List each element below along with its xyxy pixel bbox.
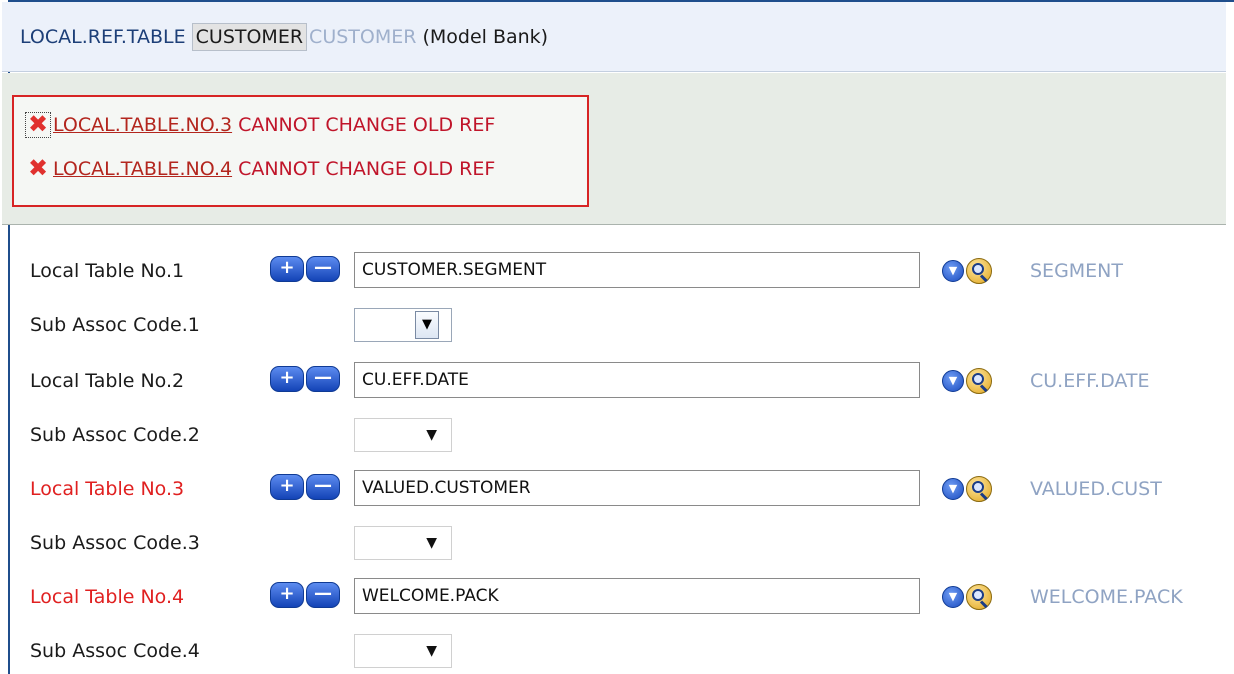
magnifier-icon[interactable] [966, 368, 992, 394]
sub-assoc-code-3-select[interactable]: ▼ [354, 526, 452, 560]
minus-icon[interactable]: — [306, 256, 340, 282]
chevron-down-icon: ▼ [426, 535, 437, 551]
chevron-down-icon[interactable]: ▼ [942, 586, 964, 608]
error-item: ✖ LOCAL.TABLE.NO.4 CANNOT CHANGE OLD REF [26, 156, 496, 181]
error-link-local-table-4[interactable]: LOCAL.TABLE.NO.4 [53, 158, 232, 180]
error-box: ✖ LOCAL.TABLE.NO.3 CANNOT CHANGE OLD REF… [12, 95, 589, 207]
chevron-down-icon[interactable]: ▼ [942, 260, 964, 282]
field-row-sub-assoc-2: Sub Assoc Code.2 ▼ [0, 416, 1234, 454]
enrichment-text: SEGMENT [1030, 260, 1124, 282]
error-item: ✖ LOCAL.TABLE.NO.3 CANNOT CHANGE OLD REF [25, 112, 496, 138]
error-message: CANNOT CHANGE OLD REF [238, 158, 496, 180]
chevron-down-icon[interactable]: ▼ [942, 370, 964, 392]
minus-icon[interactable]: — [306, 474, 340, 500]
sub-assoc-code-1-select[interactable]: ▼ [354, 308, 452, 342]
field-row-sub-assoc-3: Sub Assoc Code.3 ▼ [0, 524, 1234, 562]
record-header: LOCAL.REF.TABLE CUSTOMER CUSTOMER (Model… [2, 2, 1226, 72]
local-table-3-input[interactable]: VALUED.CUSTOMER [354, 470, 920, 506]
magnifier-icon[interactable] [966, 476, 992, 502]
application-name: LOCAL.REF.TABLE [20, 25, 186, 48]
plus-icon[interactable]: + [270, 366, 304, 392]
enrichment-text: CU.EFF.DATE [1030, 370, 1150, 392]
plus-icon[interactable]: + [270, 582, 304, 608]
field-label: Sub Assoc Code.1 [30, 314, 200, 336]
local-table-4-input[interactable]: WELCOME.PACK [354, 578, 920, 614]
field-label: Local Table No.3 [30, 478, 185, 500]
record-id-enrichment: CUSTOMER [309, 25, 417, 48]
company-name: (Model Bank) [422, 25, 549, 48]
error-zone: ✖ LOCAL.TABLE.NO.3 CANNOT CHANGE OLD REF… [2, 73, 1226, 225]
field-row-local-table-1: Local Table No.1 + — CUSTOMER.SEGMENT ▼ … [0, 252, 1234, 290]
field-label: Sub Assoc Code.4 [30, 640, 200, 662]
sub-assoc-code-2-select[interactable]: ▼ [354, 418, 452, 452]
field-label: Local Table No.1 [30, 260, 185, 282]
enrichment-text: WELCOME.PACK [1030, 586, 1183, 608]
minus-icon[interactable]: — [306, 366, 340, 392]
plus-icon[interactable]: + [270, 256, 304, 282]
magnifier-icon[interactable] [966, 258, 992, 284]
field-label: Local Table No.2 [30, 370, 185, 392]
field-label: Sub Assoc Code.3 [30, 532, 200, 554]
local-table-2-input[interactable]: CU.EFF.DATE [354, 362, 920, 398]
minus-icon[interactable]: — [306, 582, 340, 608]
field-row-local-table-4: Local Table No.4 + — WELCOME.PACK ▼ WELC… [0, 578, 1234, 616]
chevron-down-icon: ▼ [426, 643, 437, 659]
chevron-down-icon: ▼ [426, 427, 437, 443]
error-message: CANNOT CHANGE OLD REF [238, 114, 496, 136]
field-row-local-table-3: Local Table No.3 + — VALUED.CUSTOMER ▼ V… [0, 470, 1234, 508]
magnifier-icon[interactable] [966, 584, 992, 610]
field-row-sub-assoc-4: Sub Assoc Code.4 ▼ [0, 632, 1234, 670]
field-row-sub-assoc-1: Sub Assoc Code.1 ▼ [0, 306, 1234, 344]
field-label: Sub Assoc Code.2 [30, 424, 200, 446]
chevron-down-icon[interactable]: ▼ [415, 311, 439, 339]
field-label: Local Table No.4 [30, 586, 185, 608]
sub-assoc-code-4-select[interactable]: ▼ [354, 634, 452, 668]
chevron-down-icon[interactable]: ▼ [942, 478, 964, 500]
plus-icon[interactable]: + [270, 474, 304, 500]
enrichment-text: VALUED.CUST [1030, 478, 1162, 500]
field-row-local-table-2: Local Table No.2 + — CU.EFF.DATE ▼ CU.EF… [0, 362, 1234, 400]
error-x-icon[interactable]: ✖ [25, 112, 51, 138]
record-id: CUSTOMER [191, 22, 308, 51]
error-x-icon[interactable]: ✖ [26, 156, 50, 181]
error-link-local-table-3[interactable]: LOCAL.TABLE.NO.3 [53, 114, 232, 136]
local-table-1-input[interactable]: CUSTOMER.SEGMENT [354, 252, 920, 288]
